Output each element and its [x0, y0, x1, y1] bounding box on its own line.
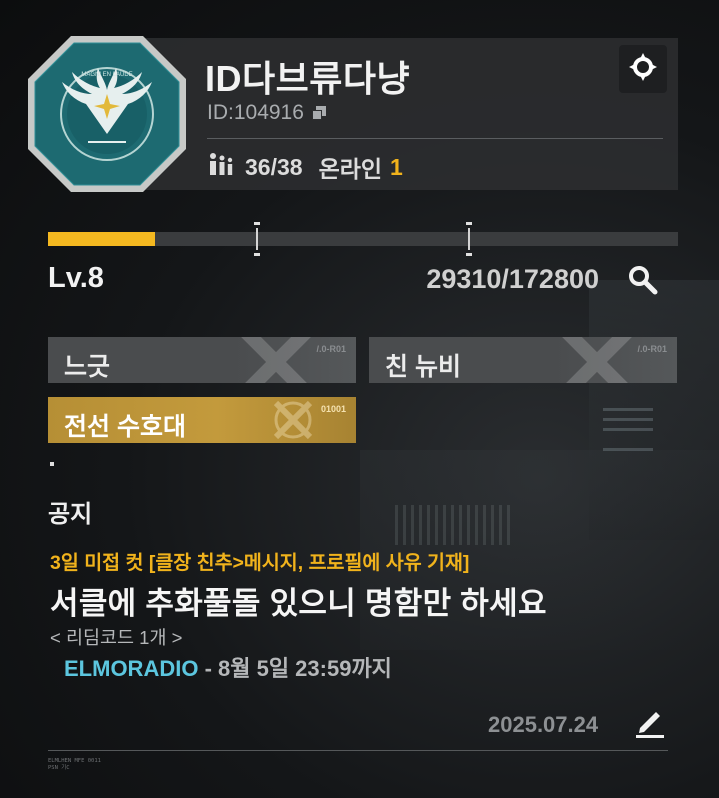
search-button[interactable] — [619, 258, 667, 306]
notice-line-1: 3일 미접 컷 [클장 친추>메시지, 프로필에 사유 기재] — [50, 552, 470, 574]
circle-id-row: ID:104916 — [207, 101, 326, 125]
xp-progress-fill — [48, 232, 156, 246]
members-icon — [207, 152, 235, 182]
redeem-code: ELMORADIO — [64, 656, 199, 681]
redeem-deadline: - 8월 5일 23:59까지 — [198, 656, 392, 681]
tag-1[interactable]: 느긋 /.0-R01 — [48, 337, 356, 383]
tag-label: 느긋 — [64, 353, 111, 381]
header-divider — [207, 138, 663, 139]
bottom-divider — [48, 750, 668, 751]
edit-notice-button[interactable] — [632, 704, 668, 740]
online-label: 온라인 — [318, 156, 383, 182]
member-count: 36/38 — [245, 153, 303, 180]
background-rack — [589, 280, 719, 540]
section-marker — [50, 462, 54, 466]
footer-line-1: ELMLHEN MFE 0011 — [48, 758, 101, 764]
tag-label: 친 뉴비 — [385, 353, 461, 381]
notice-line-4: ELMORADIO - 8월 5일 23:59까지 — [64, 651, 392, 683]
edit-icon — [632, 712, 668, 744]
search-icon — [626, 263, 660, 302]
notice-date: 2025.07.24 — [488, 712, 599, 737]
notice-title: 공지 — [48, 501, 93, 528]
member-count-row: 36/38 온라인 1 — [207, 150, 403, 184]
footer-text: ELMLHEN MFE 0011 PSN 기C — [48, 758, 101, 772]
circle-level: Lv.8 — [48, 262, 104, 294]
xp-progress-bar — [48, 222, 678, 256]
tag-code: /.0-R01 — [316, 344, 346, 354]
id-label: ID: — [207, 101, 234, 124]
tag-2[interactable]: 친 뉴비 /.0-R01 — [369, 337, 677, 383]
settings-icon — [627, 51, 659, 88]
online-count: 1 — [390, 153, 403, 180]
background-stripes — [395, 505, 515, 545]
footer-line-2: PSN 기C — [48, 765, 70, 771]
notice-line-2: 서클에 추화풀돌 있으니 명함만 하세요 — [50, 586, 547, 621]
notice-line-3: < 리딤코드 1개 > — [50, 627, 183, 648]
emblem-text: MAGNI EN LAUDE — [81, 72, 132, 78]
tag-code: /.0-R01 — [637, 344, 667, 354]
id-value: 104916 — [233, 101, 304, 124]
circle-emblem: MAGNI EN LAUDE — [26, 34, 188, 194]
circle-name: ID다브류다냥 — [205, 58, 411, 99]
xp-value: 29310/172800 — [426, 264, 599, 294]
crossed-swords-icon — [266, 399, 320, 443]
tag-3[interactable]: 전선 수호대 01001 — [48, 397, 356, 443]
tag-code: 01001 — [320, 404, 346, 414]
copy-icon[interactable] — [311, 106, 326, 120]
tag-label: 전선 수호대 — [64, 413, 186, 441]
circle-settings-button[interactable] — [619, 45, 667, 93]
